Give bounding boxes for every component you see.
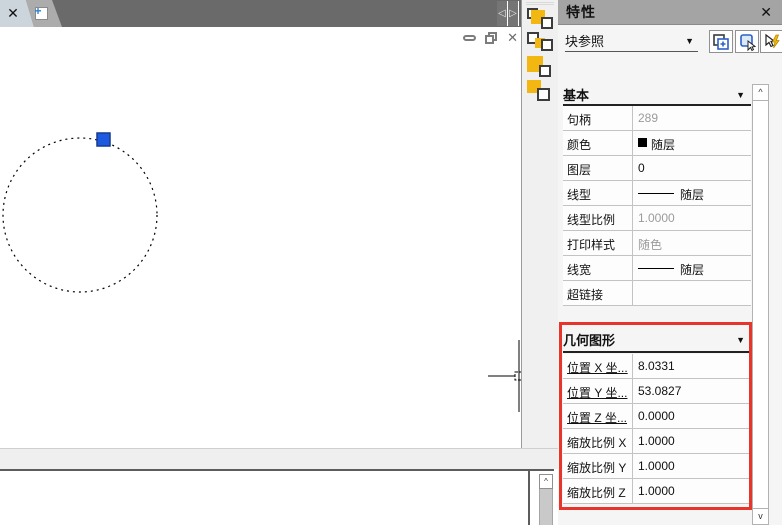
properties-palette: 特性 ✕ 块参照 ▼ 基本 ▼ 句柄 289 颜色 随层 图层 0 线型 随层 …	[558, 0, 782, 525]
tab-scroll-left-icon[interactable]: ◁	[497, 1, 508, 26]
tab-close-icon: ✕	[7, 5, 19, 21]
palette-title: 特性	[566, 4, 596, 20]
row-linetype-scale: 线型比例 1.0000	[563, 206, 751, 231]
row-scale-y: 缩放比例 Y 1.0000	[563, 454, 751, 479]
row-position-x: 位置 X 坐... 8.0331	[563, 354, 751, 379]
application-window: ✕ + ◁ ▷ ✕ ^ 特性 ✕ 块参照 ▼ 基本 ▼ 句柄 289 颜色 随层…	[0, 0, 782, 525]
row-position-y: 位置 Y 坐... 53.0827	[563, 379, 751, 404]
row-plot-style: 打印样式 随色	[563, 231, 751, 256]
command-window[interactable]: ^	[0, 469, 554, 525]
color-swatch	[638, 138, 647, 147]
squares-icon-4[interactable]	[527, 80, 555, 101]
tab-scroll-right-icon[interactable]: ▷	[508, 1, 519, 26]
dock-grip-handle[interactable]	[526, 2, 554, 5]
row-hyperlink: 超链接	[563, 281, 751, 306]
dock-strip	[521, 0, 558, 448]
command-scrollbar: ^	[539, 474, 553, 525]
toggle-pickadd-icon	[713, 33, 729, 50]
selected-circle[interactable]	[2, 137, 158, 293]
section-geometry-header: 几何图形 ▼	[563, 333, 745, 348]
select-objects-icon	[740, 33, 757, 51]
row-position-z: 位置 Z 坐... 0.0000	[563, 404, 751, 429]
squares-icon-2[interactable]	[527, 32, 555, 53]
row-linetype: 线型 随层	[563, 181, 751, 206]
row-color: 颜色 随层	[563, 131, 751, 156]
new-drawing-icon: +	[34, 5, 48, 20]
tab-scroll-buttons: ◁ ▷	[497, 1, 519, 26]
select-objects-button[interactable]	[735, 30, 759, 53]
quick-select-icon	[765, 33, 780, 48]
toggle-pickadd-button[interactable]	[709, 30, 733, 53]
canvas-graphics	[2, 132, 524, 412]
grip-point[interactable]	[96, 132, 111, 147]
object-type-value: 块参照	[565, 34, 605, 49]
row-lineweight: 线宽 随层	[563, 256, 751, 281]
file-tab-bar: ✕ + ◁ ▷	[0, 0, 521, 27]
row-scale-z: 缩放比例 Z 1.0000	[563, 479, 751, 504]
quick-select-button[interactable]	[760, 30, 782, 53]
section-basic-header: 基本 ▼	[563, 88, 745, 103]
drawing-canvas[interactable]: ✕	[0, 27, 526, 448]
collapse-geometry-icon[interactable]: ▼	[736, 335, 745, 345]
palette-titlebar: 特性 ✕	[558, 0, 782, 25]
palette-scrollbar: ^ v	[752, 84, 769, 525]
row-layer: 图层 0	[563, 156, 751, 181]
lineweight-sample-icon	[638, 268, 674, 269]
collapse-basic-icon[interactable]: ▼	[736, 90, 745, 100]
close-window-icon[interactable]: ✕	[507, 31, 518, 44]
scroll-track[interactable]	[539, 489, 553, 525]
squares-icon-3[interactable]	[527, 56, 555, 77]
object-type-dropdown[interactable]: 块参照 ▼	[565, 30, 698, 52]
scroll-down-icon[interactable]: v	[753, 508, 768, 524]
scroll-up-icon[interactable]: ^	[539, 474, 553, 489]
palette-close-icon[interactable]: ✕	[760, 4, 772, 21]
squares-icon-1[interactable]	[527, 8, 555, 29]
chevron-down-icon: ▼	[685, 35, 694, 46]
row-handle: 句柄 289	[563, 106, 751, 131]
restore-icon[interactable]	[485, 32, 498, 44]
section-rule	[563, 351, 751, 353]
pane-divider	[528, 471, 530, 525]
drawing-window-controls: ✕	[463, 31, 518, 44]
row-scale-x: 缩放比例 X 1.0000	[563, 429, 751, 454]
minimize-icon[interactable]	[463, 35, 477, 41]
scroll-up-icon[interactable]: ^	[753, 85, 768, 101]
object-type-row: 块参照 ▼	[565, 30, 782, 54]
linetype-sample-icon	[638, 193, 674, 194]
layout-band	[0, 448, 558, 469]
